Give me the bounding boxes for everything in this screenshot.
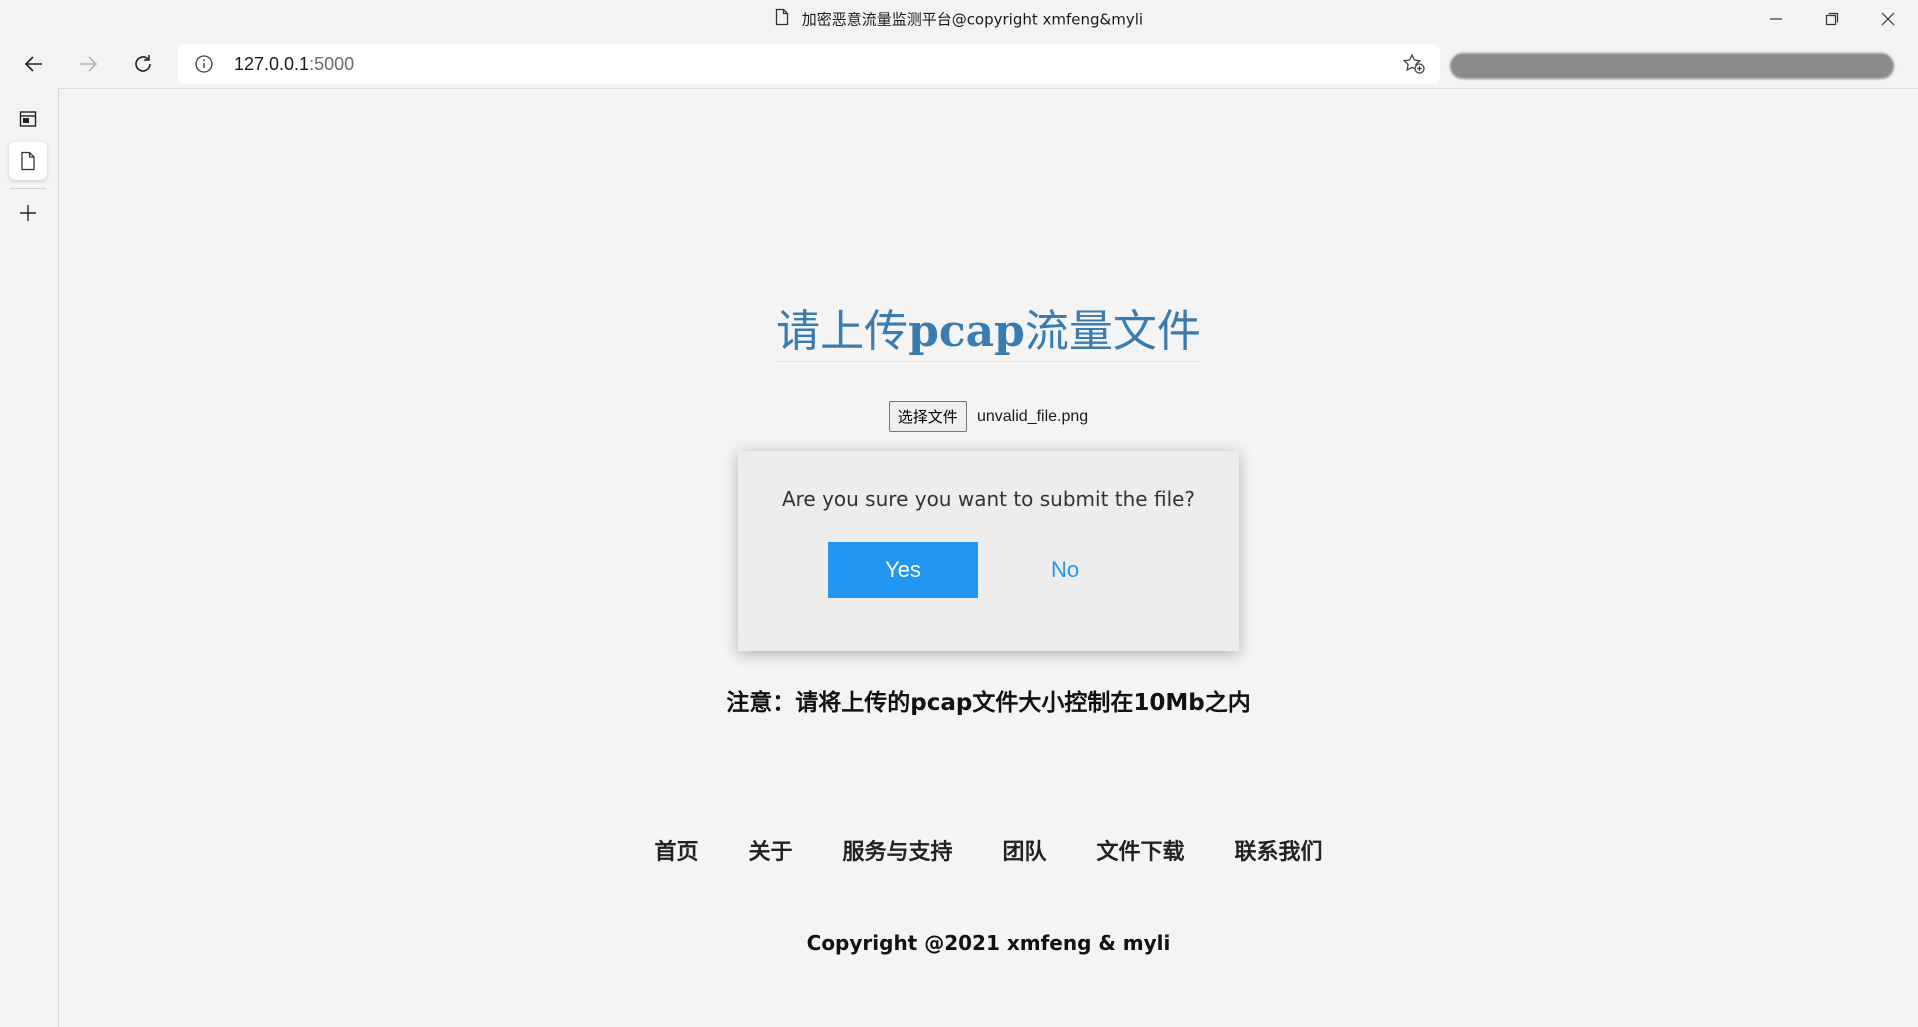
restore-button[interactable] bbox=[1804, 0, 1860, 38]
title-bold: pcap bbox=[908, 306, 1025, 357]
vertical-tabs-sidebar bbox=[0, 88, 59, 1027]
yes-button[interactable]: Yes bbox=[828, 542, 978, 598]
dialog-message: Are you sure you want to submit the file… bbox=[781, 487, 1196, 511]
footer-nav: 首页 关于 服务与支持 团队 文件下载 联系我们 bbox=[59, 834, 1918, 866]
add-favorite-icon[interactable] bbox=[1402, 53, 1426, 79]
document-icon bbox=[775, 8, 789, 30]
browser-window: 加密恶意流量监测平台@copyright xmfeng&myli 127.0.0… bbox=[0, 0, 1918, 1027]
document-icon bbox=[21, 151, 35, 171]
confirm-dialog: Are you sure you want to submit the file… bbox=[738, 451, 1239, 651]
url-host: 127.0.0.1 bbox=[234, 54, 310, 74]
choose-file-button[interactable]: 选择文件 bbox=[888, 401, 967, 432]
url-text[interactable]: 127.0.0.1:5000 bbox=[234, 54, 354, 75]
forward-arrow-icon bbox=[80, 56, 98, 72]
page-title-text: 请上传pcap流量文件 bbox=[776, 295, 1201, 362]
address-bar[interactable]: 127.0.0.1:5000 bbox=[178, 44, 1440, 84]
close-window-button[interactable] bbox=[1860, 0, 1916, 38]
nav-contact-link[interactable]: 联系我们 bbox=[1235, 834, 1323, 866]
upload-size-notice: 注意：请将上传的pcap文件大小控制在10Mb之内 bbox=[726, 690, 1251, 716]
close-icon bbox=[1881, 12, 1895, 26]
title-suffix: 流量文件 bbox=[1024, 306, 1201, 357]
nav-services-link[interactable]: 服务与支持 bbox=[842, 834, 952, 866]
tab-actions-button[interactable] bbox=[9, 100, 47, 138]
window-title: 加密恶意流量监测平台@copyright xmfeng&myli bbox=[0, 8, 1918, 30]
refresh-icon bbox=[135, 55, 151, 72]
minimize-button[interactable] bbox=[1748, 0, 1804, 38]
tab-actions-icon bbox=[19, 111, 37, 127]
title-prefix: 请上传 bbox=[776, 306, 909, 357]
plus-icon bbox=[20, 205, 36, 221]
nav-downloads-link[interactable]: 文件下载 bbox=[1097, 834, 1185, 866]
back-arrow-icon bbox=[24, 56, 42, 72]
url-port: :5000 bbox=[309, 54, 355, 74]
window-title-text: 加密恶意流量监测平台@copyright xmfeng&myli bbox=[801, 10, 1144, 29]
nav-home-link[interactable]: 首页 bbox=[654, 834, 698, 866]
tab-current[interactable] bbox=[9, 142, 47, 180]
browser-toolbar: 127.0.0.1:5000 bbox=[0, 40, 1918, 88]
sidebar-divider bbox=[10, 188, 46, 189]
nav-team-link[interactable]: 团队 bbox=[1003, 834, 1047, 866]
page-title: 请上传pcap流量文件 bbox=[59, 295, 1918, 362]
minimize-icon bbox=[1770, 18, 1782, 20]
title-bar: 加密恶意流量监测平台@copyright xmfeng&myli bbox=[0, 0, 1918, 40]
file-upload-row: 选择文件 unvalid_file.png bbox=[59, 401, 1918, 432]
back-button[interactable] bbox=[14, 44, 54, 84]
forward-button[interactable] bbox=[68, 44, 108, 84]
extensions-area-obscured bbox=[1450, 53, 1894, 79]
no-button[interactable]: No bbox=[990, 542, 1140, 598]
page-content: 请上传pcap流量文件 选择文件 unvalid_file.png Are yo… bbox=[59, 89, 1918, 1027]
restore-icon bbox=[1825, 12, 1839, 26]
nav-about-link[interactable]: 关于 bbox=[748, 834, 792, 866]
copyright-text: Copyright @2021 xmfeng & myli bbox=[806, 931, 1171, 955]
refresh-button[interactable] bbox=[123, 44, 163, 84]
site-info-icon[interactable] bbox=[194, 54, 214, 78]
new-tab-button[interactable] bbox=[9, 194, 47, 232]
selected-file-name: unvalid_file.png bbox=[976, 407, 1089, 425]
